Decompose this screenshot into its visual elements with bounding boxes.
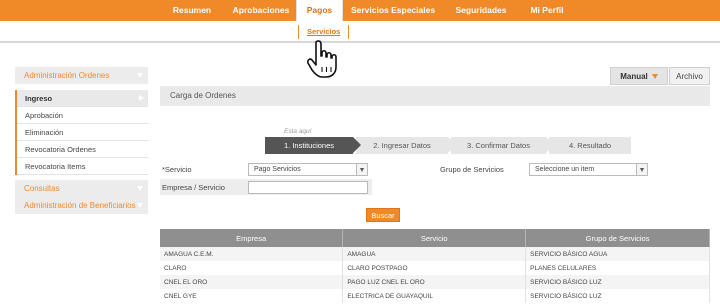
sidebar-item-label: Ingreso <box>25 94 53 103</box>
sub-navigation: Servicios <box>0 21 720 43</box>
sidebar-section-label: Administración Ordenes <box>24 71 110 80</box>
cell-grupo: PLANES CELULARES <box>525 261 710 275</box>
nav-aprobaciones[interactable]: Aprobaciones <box>226 0 296 21</box>
wizard-step-label: 1. Instituciones <box>283 141 335 150</box>
sidebar-item-revocatoria-ordenes[interactable]: Revocatoria Ordenes <box>17 141 148 158</box>
grupo-servicios-select-value: Seleccione un item <box>535 166 595 173</box>
grupo-servicios-select[interactable]: Seleccione un item <box>529 163 648 176</box>
wizard-step-ingresar-datos: 2. Ingresar Datos <box>356 137 456 154</box>
table-row[interactable]: CNEL GYE ELECTRICA DE GUAYAQUIL SERVICIO… <box>160 289 710 303</box>
cell-empresa: CLARO <box>160 261 344 275</box>
cell-servicio: ELECTRICA DE GUAYAQUIL <box>342 289 527 303</box>
sidebar-item-aprobacion[interactable]: Aprobación <box>17 107 148 124</box>
table-row[interactable]: CLARO CLARO POSTPAGO PLANES CELULARES <box>160 261 710 275</box>
nav-servicios-especiales[interactable]: Servicios Especiales <box>343 0 443 21</box>
wizard-current-note: Esta aquí <box>284 128 312 135</box>
column-header-empresa[interactable]: Empresa <box>160 229 344 247</box>
nav-seguridades[interactable]: Seguridades <box>443 0 519 21</box>
cell-servicio: PAGO LUZ CNEL EL ORO <box>342 275 527 289</box>
sidebar-item-revocatoria-items[interactable]: Revocatoria Items <box>17 158 148 175</box>
results-table: Empresa Servicio Grupo de Servicios AMAG… <box>160 229 710 303</box>
nav-mi-perfil[interactable]: Mi Perfil <box>519 0 575 21</box>
wizard-step-confirmar-datos: 3. Confirmar Datos <box>451 137 554 154</box>
sidebar-item-eliminacion[interactable]: Eliminación <box>17 124 148 141</box>
cell-grupo: SERVICIO BÁSICO LUZ <box>525 289 710 303</box>
sidebar-section-beneficiarios[interactable]: Administración de Beneficiarios <box>15 197 148 214</box>
sidebar-section-administracion-ordenes[interactable]: Administración Ordenes <box>15 67 148 84</box>
tab-manual[interactable]: Manual <box>610 67 668 85</box>
wizard-step-instituciones: 1. Instituciones <box>265 137 361 154</box>
dropdown-arrow-icon <box>651 74 658 80</box>
top-navigation: Resumen Aprobaciones Pagos Servicios Esp… <box>0 0 720 21</box>
table-header-row: Empresa Servicio Grupo de Servicios <box>160 229 710 247</box>
chevron-down-icon <box>137 203 143 208</box>
empresa-servicio-label: Empresa / Servicio <box>162 183 225 192</box>
wizard-step-resultado: 4. Resultado <box>549 137 631 154</box>
cell-empresa: AMAGUA C.E.M. <box>160 247 344 261</box>
servicio-label: *Servicio <box>162 165 192 174</box>
chevron-down-icon <box>137 73 143 78</box>
sidebar: Administración Ordenes Ingreso Aprobació… <box>15 67 148 214</box>
grupo-servicios-label: Grupo de Servicios <box>440 165 504 174</box>
page-title: Carga de Ordenes <box>160 86 710 106</box>
sidebar-section-label: Administración de Beneficiarios <box>24 201 136 210</box>
tab-manual-label: Manual <box>620 72 648 81</box>
cell-servicio: CLARO POSTPAGO <box>342 261 527 275</box>
nav-pagos[interactable]: Pagos <box>296 0 343 21</box>
sidebar-items: Ingreso Aprobación Eliminación Revocator… <box>15 90 148 175</box>
cell-grupo: SERVICIO BÁSICO LUZ <box>525 275 710 289</box>
hand-pointer-icon <box>307 40 337 78</box>
cell-servicio: AMAGUA <box>342 247 527 261</box>
tab-archivo[interactable]: Archivo <box>669 67 710 85</box>
buscar-button[interactable]: Buscar <box>366 208 400 222</box>
chevron-right-icon <box>139 95 144 101</box>
chevron-down-icon <box>636 164 647 175</box>
nav-resumen[interactable]: Resumen <box>158 0 226 21</box>
chevron-down-icon <box>356 164 367 175</box>
wizard-step-label: 4. Resultado <box>568 141 612 150</box>
sidebar-section-consultas[interactable]: Consultas <box>15 180 148 197</box>
subnav-servicios-link[interactable]: Servicios <box>298 25 350 39</box>
column-header-servicio[interactable]: Servicio <box>342 229 527 247</box>
column-header-grupo[interactable]: Grupo de Servicios <box>525 229 710 247</box>
sidebar-section-label: Consultas <box>24 184 60 193</box>
chevron-down-icon <box>137 186 143 191</box>
table-row[interactable]: CNEL EL ORO PAGO LUZ CNEL EL ORO SERVICI… <box>160 275 710 289</box>
servicio-select-value: Pago Servicios <box>254 166 301 173</box>
cell-empresa: CNEL EL ORO <box>160 275 344 289</box>
empresa-servicio-input[interactable] <box>248 181 368 194</box>
servicio-select[interactable]: Pago Servicios <box>248 163 368 176</box>
wizard-step-label: 2. Ingresar Datos <box>373 141 431 150</box>
table-row[interactable]: AMAGUA C.E.M. AMAGUA SERVICIO BÁSICO AGU… <box>160 247 710 261</box>
sidebar-item-ingreso[interactable]: Ingreso <box>17 90 148 107</box>
cell-grupo: SERVICIO BÁSICO AGUA <box>525 247 710 261</box>
wizard-step-label: 3. Confirmar Datos <box>467 141 530 150</box>
cell-empresa: CNEL GYE <box>160 289 344 303</box>
